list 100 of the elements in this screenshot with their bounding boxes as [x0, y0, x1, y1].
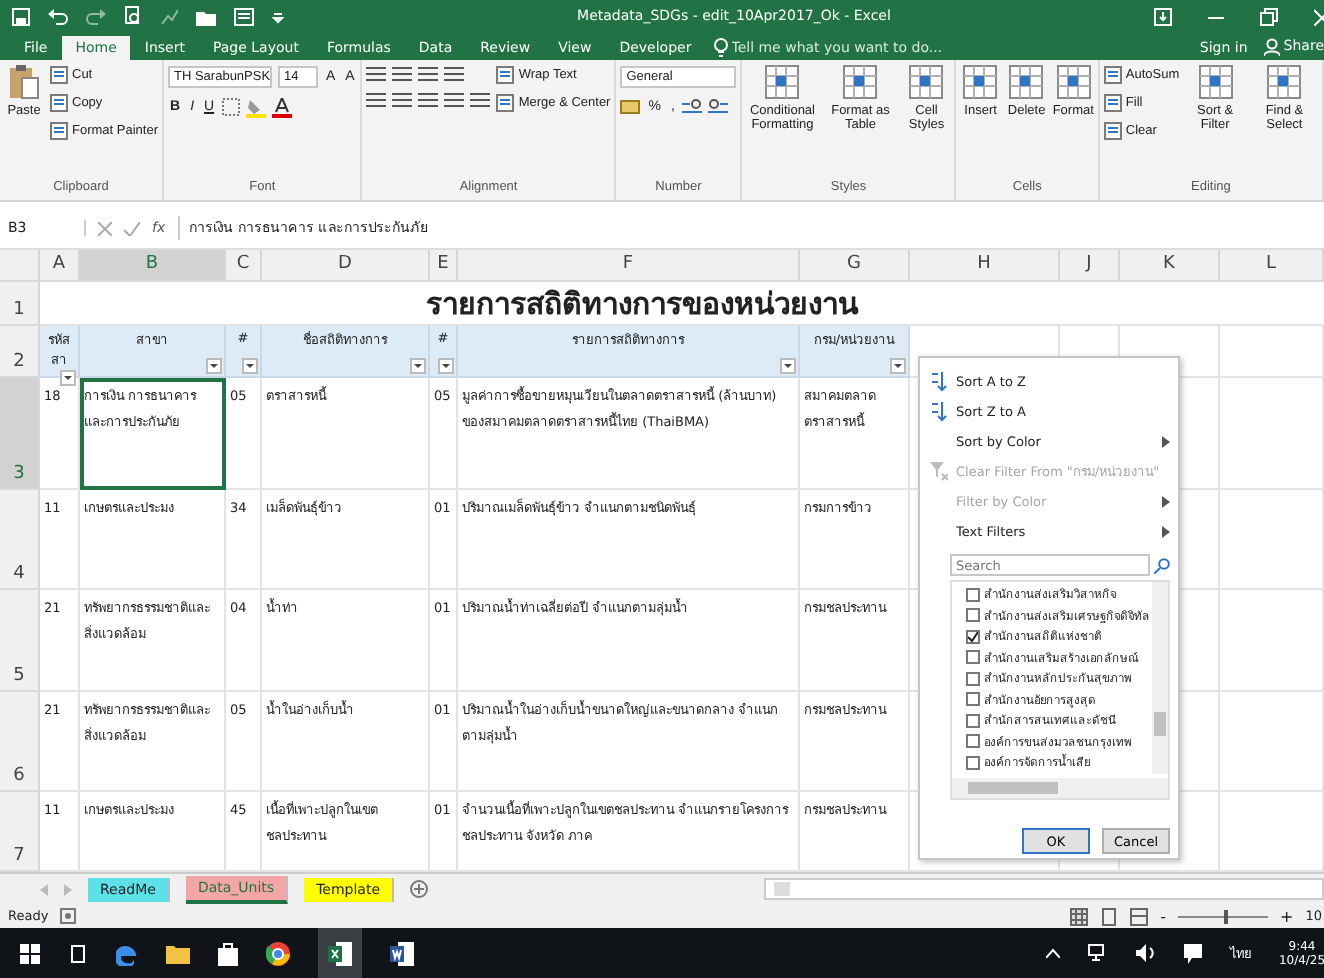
ribbon-display-icon[interactable]: [1154, 7, 1172, 26]
row-header[interactable]: 2: [0, 326, 40, 379]
speaker-icon[interactable]: [1136, 944, 1156, 962]
column-header[interactable]: B: [80, 250, 226, 283]
column-header[interactable]: E: [430, 250, 458, 283]
page-break-icon[interactable]: [1130, 907, 1149, 926]
column-header[interactable]: K: [1120, 250, 1220, 283]
normal-view-icon[interactable]: [1070, 907, 1089, 926]
horizontal-scrollbar[interactable]: [952, 778, 1168, 798]
row-header[interactable]: 5: [0, 590, 40, 693]
row-header[interactable]: 7: [0, 792, 40, 873]
customize-icon[interactable]: [272, 7, 284, 26]
tool-icon: [1103, 121, 1122, 140]
align-icon[interactable]: [418, 65, 439, 82]
caret-up-icon[interactable]: [1046, 948, 1060, 958]
print-preview-icon[interactable]: [124, 6, 142, 27]
checkbox[interactable]: [966, 629, 980, 644]
folder-icon[interactable]: [166, 943, 190, 963]
spreadsheet-app-icon[interactable]: [328, 941, 352, 965]
column-header[interactable]: H: [910, 250, 1060, 283]
redo-icon[interactable]: [86, 7, 106, 26]
scroll-thumb[interactable]: [968, 782, 1058, 794]
checkbox[interactable]: [966, 587, 980, 602]
decrease-decimal-icon[interactable]: [708, 97, 729, 116]
folder-icon[interactable]: [196, 7, 216, 26]
checkbox[interactable]: [966, 671, 980, 686]
sort-descending-icon: [929, 401, 947, 421]
shopping-bag-icon[interactable]: [218, 941, 238, 965]
zoom-in-button[interactable]: +: [1280, 907, 1294, 926]
form-icon[interactable]: [234, 7, 254, 26]
checkbox[interactable]: [966, 650, 980, 665]
restore-icon[interactable]: [1260, 7, 1278, 26]
column-header[interactable]: F: [458, 250, 800, 283]
align-icon[interactable]: [366, 65, 387, 82]
filter-dropdown-icon[interactable]: [890, 358, 906, 375]
tool-icon: [1103, 93, 1122, 112]
scroll-thumb[interactable]: [774, 882, 791, 897]
borders-icon[interactable]: [222, 98, 241, 117]
vertical-scrollbar[interactable]: [1152, 582, 1168, 774]
sort-ascending-icon: [929, 371, 947, 391]
align-icon[interactable]: [392, 65, 413, 82]
filter-dropdown-icon[interactable]: [242, 358, 258, 375]
network-icon[interactable]: [1088, 944, 1108, 962]
save-icon[interactable]: [12, 7, 30, 26]
filter-dropdown-icon[interactable]: [60, 370, 76, 387]
filter-dropdown-icon[interactable]: [206, 358, 222, 375]
row-header[interactable]: 4: [0, 490, 40, 591]
browser-icon[interactable]: [116, 941, 138, 965]
zoom-slider-thumb[interactable]: [1223, 909, 1228, 924]
tool-icon: [496, 65, 515, 84]
notification-icon[interactable]: [1184, 943, 1202, 963]
align-icon[interactable]: [470, 91, 491, 108]
align-icon[interactable]: [444, 65, 465, 82]
tool-icon: [1103, 65, 1122, 84]
column-header[interactable]: G: [800, 250, 910, 283]
column-header[interactable]: L: [1220, 250, 1324, 283]
align-icon[interactable]: [392, 91, 413, 108]
row-header[interactable]: 3: [0, 378, 40, 491]
fill-color-icon[interactable]: [246, 97, 267, 118]
checkbox[interactable]: [966, 755, 980, 770]
scroll-thumb[interactable]: [1154, 712, 1166, 736]
task-view-icon[interactable]: [68, 943, 88, 963]
column-header[interactable]: C: [226, 250, 262, 283]
increase-decimal-icon[interactable]: [682, 97, 703, 116]
column-header[interactable]: J: [1060, 250, 1120, 283]
horizontal-scrollbar[interactable]: [764, 878, 1324, 901]
windows-logo-icon[interactable]: [20, 943, 40, 963]
tool-icon: [50, 93, 68, 112]
filter-dropdown-icon[interactable]: [780, 358, 796, 375]
align-icon[interactable]: [366, 91, 387, 108]
font-color-icon[interactable]: [272, 97, 293, 118]
empty-cell: [1220, 590, 1324, 693]
column-header[interactable]: D: [262, 250, 430, 283]
column-header[interactable]: A: [40, 250, 80, 283]
align-icon[interactable]: [418, 91, 439, 108]
browser-circle-icon[interactable]: [266, 941, 290, 965]
checkbox[interactable]: [966, 608, 980, 623]
add-sheet-icon[interactable]: [410, 880, 429, 899]
filter-dropdown-icon[interactable]: [438, 358, 454, 375]
chart-icon[interactable]: [160, 7, 178, 26]
zoom-out-button[interactable]: -: [1160, 907, 1167, 926]
person-icon: [1263, 37, 1280, 56]
tool-icon: [496, 93, 515, 112]
sheet-title: รายการสถิติทางการของหน่วยงาน: [426, 283, 858, 326]
close-icon[interactable]: [1314, 7, 1324, 26]
search-icon: [1154, 557, 1170, 573]
page-layout-icon[interactable]: [1100, 907, 1119, 926]
filter-dropdown-icon[interactable]: [410, 358, 426, 375]
submenu-arrow-icon: [1162, 525, 1170, 537]
macro-record-icon[interactable]: [60, 908, 77, 925]
align-icon[interactable]: [444, 91, 465, 108]
currency-icon[interactable]: [620, 97, 641, 116]
row-header[interactable]: 1: [0, 282, 40, 327]
document-app-icon[interactable]: [390, 941, 414, 965]
row-header[interactable]: 6: [0, 692, 40, 793]
checkbox[interactable]: [966, 734, 980, 749]
checkbox[interactable]: [966, 692, 980, 707]
undo-icon[interactable]: [48, 7, 68, 26]
tool-icon: [50, 65, 68, 84]
checkbox[interactable]: [966, 713, 980, 728]
